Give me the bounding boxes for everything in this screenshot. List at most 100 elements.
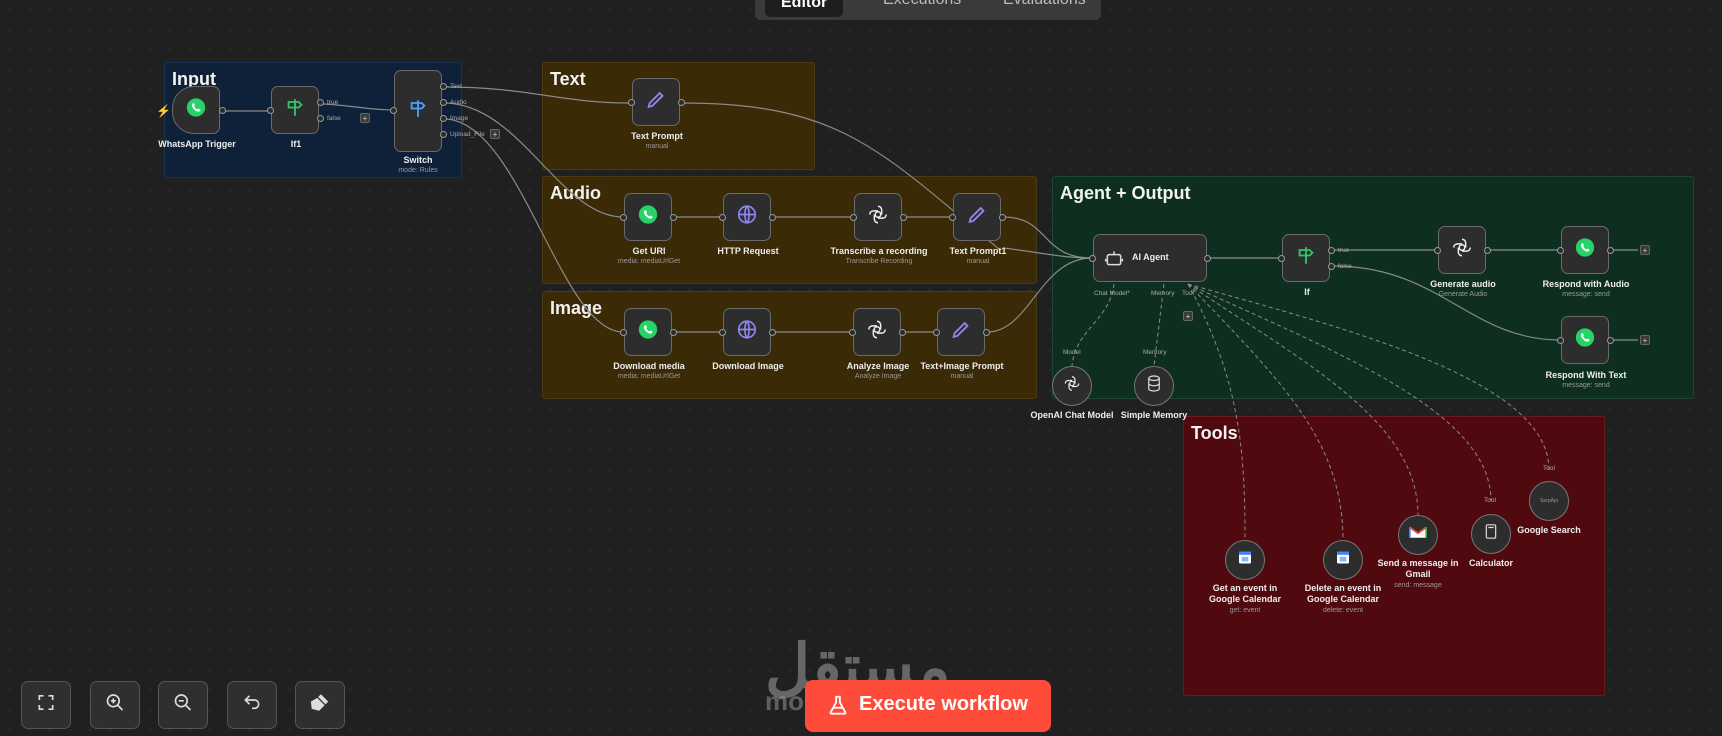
port-label-tool: Tool (1543, 465, 1555, 472)
node-text-prompt[interactable] (632, 78, 680, 126)
node-label: Calculator (1468, 558, 1513, 568)
tab-executions[interactable]: Executions (867, 0, 977, 14)
zoom-out-button[interactable] (158, 681, 208, 729)
pencil-icon (966, 204, 988, 231)
output-port-image[interactable] (440, 115, 447, 122)
node-gmail[interactable] (1398, 515, 1438, 555)
input-port[interactable] (620, 214, 627, 221)
node-whatsapp-trigger[interactable] (172, 86, 220, 134)
input-port[interactable] (850, 214, 857, 221)
node-subtitle: message: send (1562, 291, 1610, 298)
node-http-request[interactable] (723, 193, 771, 241)
output-port[interactable] (670, 329, 677, 336)
undo-button[interactable] (227, 681, 277, 729)
output-port-audio[interactable] (440, 99, 447, 106)
node-label: Switch (403, 155, 433, 165)
database-icon (1145, 375, 1163, 398)
output-port-true[interactable] (317, 99, 324, 106)
output-port[interactable] (1484, 247, 1491, 254)
serpapi-icon: SerpApi (1540, 498, 1558, 504)
workflow-canvas[interactable]: Editor Executions Evaluations Input Text… (0, 0, 1722, 736)
output-port[interactable] (899, 329, 906, 336)
input-port[interactable] (1089, 255, 1096, 262)
input-port[interactable] (1278, 255, 1285, 262)
node-subtitle: manual (950, 373, 974, 380)
input-port[interactable] (628, 99, 635, 106)
node-generate-audio[interactable] (1438, 226, 1486, 274)
output-port[interactable] (1607, 337, 1614, 344)
output-port[interactable] (219, 107, 226, 114)
output-port[interactable] (769, 214, 776, 221)
fullscreen-icon (36, 693, 56, 718)
port-label-audio: Audio (450, 99, 467, 106)
node-simple-memory[interactable] (1134, 366, 1174, 406)
output-port[interactable] (769, 329, 776, 336)
node-if1[interactable] (271, 86, 319, 134)
port-label-true: true (1338, 247, 1350, 254)
openai-icon (866, 319, 888, 346)
execute-label: Execute workflow (859, 693, 1028, 715)
input-port[interactable] (719, 329, 726, 336)
input-port[interactable] (620, 329, 627, 336)
node-get-event[interactable] (1225, 540, 1265, 580)
tab-editor[interactable]: Editor (765, 0, 844, 17)
openai-icon (1451, 237, 1473, 264)
node-download-media[interactable] (624, 308, 672, 356)
output-port[interactable] (1204, 255, 1211, 262)
node-subtitle: media: mediaUrlGet (617, 373, 681, 380)
output-port-false[interactable] (317, 115, 324, 122)
output-port[interactable] (678, 99, 685, 106)
node-text-image-prompt[interactable] (937, 308, 985, 356)
whatsapp-icon (185, 97, 207, 124)
output-port[interactable] (670, 214, 677, 221)
tab-evaluations[interactable]: Evaluations (987, 0, 1102, 14)
node-google-search[interactable]: SerpApi (1529, 481, 1569, 521)
pencil-icon (645, 89, 667, 116)
node-download-image[interactable] (723, 308, 771, 356)
add-node-button[interactable]: + (490, 129, 500, 139)
sticky-title-audio: Audio (550, 183, 601, 203)
node-subtitle: Generate Audio (1438, 291, 1488, 298)
add-node-button[interactable]: + (1640, 335, 1650, 345)
input-port[interactable] (719, 214, 726, 221)
node-transcribe[interactable] (854, 193, 902, 241)
node-get-url[interactable] (624, 193, 672, 241)
output-port-true[interactable] (1328, 247, 1335, 254)
zoom-in-button[interactable] (90, 681, 140, 729)
input-port[interactable] (1434, 247, 1441, 254)
node-respond-text[interactable] (1561, 316, 1609, 364)
clear-execution-button[interactable] (295, 681, 345, 729)
add-tool-button[interactable]: + (1183, 311, 1193, 321)
input-port[interactable] (933, 329, 940, 336)
node-text-prompt1[interactable] (953, 193, 1001, 241)
globe-icon (736, 319, 758, 346)
fit-view-button[interactable] (21, 681, 71, 729)
node-ai-agent[interactable]: AI Agent (1093, 234, 1207, 282)
input-port[interactable] (390, 107, 397, 114)
input-port[interactable] (949, 214, 956, 221)
output-port-text[interactable] (440, 83, 447, 90)
output-port-upload[interactable] (440, 131, 447, 138)
input-port[interactable] (849, 329, 856, 336)
node-analyze-image[interactable] (853, 308, 901, 356)
output-port[interactable] (900, 214, 907, 221)
node-switch[interactable] (394, 70, 442, 152)
node-openai-chat-model[interactable] (1052, 366, 1092, 406)
input-port[interactable] (267, 107, 274, 114)
add-node-button[interactable]: + (360, 113, 370, 123)
input-port[interactable] (1557, 247, 1564, 254)
execute-workflow-button[interactable]: Execute workflow (805, 680, 1051, 732)
openai-icon (1063, 375, 1081, 398)
node-if[interactable] (1282, 234, 1330, 282)
input-port[interactable] (1557, 337, 1564, 344)
node-label: Download Image (712, 361, 784, 371)
whatsapp-icon (637, 319, 659, 346)
output-port[interactable] (999, 214, 1006, 221)
output-port[interactable] (1607, 247, 1614, 254)
port-label-tool: Tool (1182, 290, 1194, 297)
output-port[interactable] (983, 329, 990, 336)
output-port-false[interactable] (1328, 263, 1335, 270)
add-node-button[interactable]: + (1640, 245, 1650, 255)
node-respond-audio[interactable] (1561, 226, 1609, 274)
node-label: Text Prompt1 (949, 246, 1007, 256)
